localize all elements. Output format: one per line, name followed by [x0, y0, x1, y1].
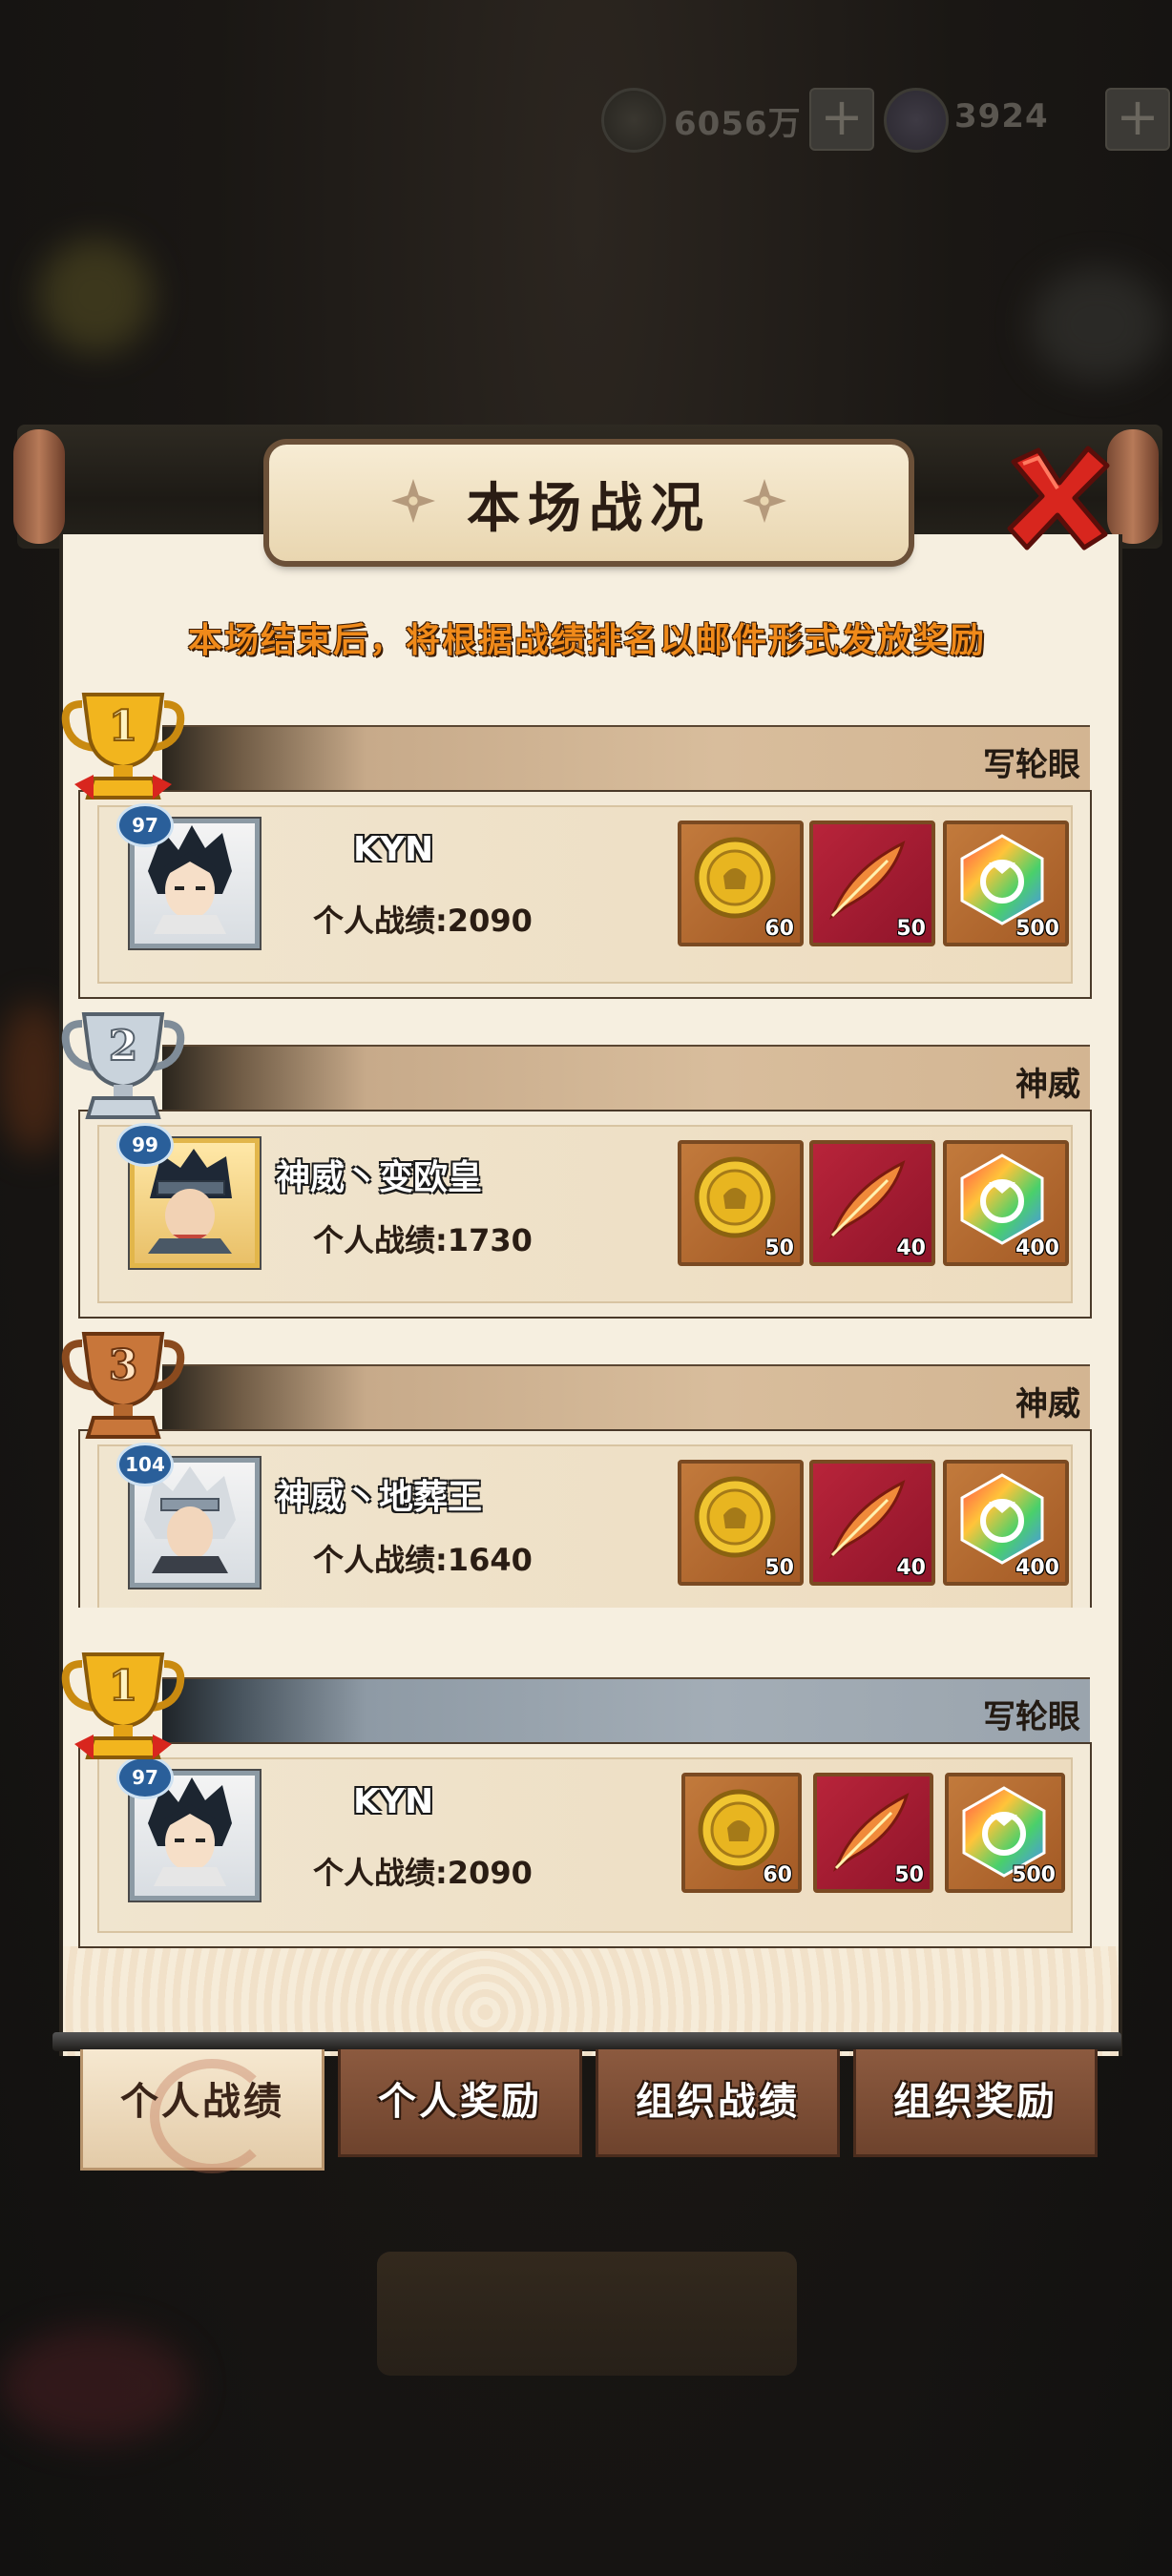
card-header: 写轮眼	[162, 1677, 1090, 1744]
reward-feather[interactable]: 40	[809, 1460, 935, 1586]
scroll-rod-cap-left	[13, 429, 65, 544]
tab-label: 个人奖励	[378, 2080, 542, 2124]
tab-personal-reward[interactable]: 个人奖励	[338, 2049, 582, 2157]
gem-icon	[960, 1473, 1044, 1565]
coin-icon	[694, 1156, 776, 1238]
card-header: 神威	[162, 1364, 1090, 1431]
add-gems-button[interactable]: +	[1105, 88, 1170, 151]
coin-amount: 6056万	[674, 105, 802, 143]
coin-icon	[601, 88, 666, 153]
silver-trophy-icon: 2	[61, 1012, 185, 1119]
organization-name: 写轮眼	[983, 746, 1080, 784]
trophy-rank-number: 2	[109, 1022, 138, 1070]
reward-count: 500	[1015, 917, 1059, 941]
background-button-dimmed	[377, 2252, 797, 2376]
tab-personal-record[interactable]: 个人战绩	[80, 2049, 324, 2173]
level-badge: 97	[116, 803, 174, 847]
reward-feather[interactable]: 40	[809, 1140, 935, 1266]
level-badge: 104	[116, 1443, 174, 1486]
reward-gem[interactable]: 400	[943, 1140, 1069, 1266]
reward-count: 40	[896, 1556, 926, 1580]
feather-icon	[828, 1160, 906, 1239]
background-blur-spot	[0, 1002, 67, 1154]
reward-count: 400	[1015, 1236, 1059, 1260]
tab-organization-record[interactable]: 组织战绩	[596, 2049, 840, 2157]
player-score: 个人战绩:1640	[313, 1542, 533, 1578]
bronze-trophy-icon: 3	[61, 1332, 185, 1439]
trophy-rank-number: 3	[109, 1341, 138, 1390]
player-score: 个人战绩:1730	[313, 1222, 533, 1258]
card-body: 97 KYN 个人战绩:2090 60 50 500	[78, 790, 1092, 999]
background-blur-spot	[0, 2328, 191, 2442]
coin-icon	[694, 1476, 776, 1558]
coin-icon	[694, 837, 776, 919]
level-badge: 99	[116, 1123, 174, 1167]
tab-label: 组织奖励	[893, 2080, 1057, 2124]
reward-coin[interactable]: 60	[681, 1773, 802, 1893]
card-body: 97 KYN 个人战绩:2090 60 50 500	[78, 1742, 1092, 1948]
player-name: KYN	[353, 1782, 434, 1821]
page-title: 本场战况	[467, 477, 711, 540]
title-plate: 本场战况	[269, 445, 909, 561]
scroll-bottom-rod	[52, 2032, 1121, 2051]
reward-count: 60	[764, 917, 794, 941]
gem-icon	[884, 88, 949, 153]
tab-organization-reward[interactable]: 组织奖励	[853, 2049, 1098, 2157]
reward-feather[interactable]: 50	[809, 821, 935, 946]
scroll-rod-cap-right	[1107, 429, 1159, 544]
rank-card: 神威 99 神威丶变欧皇 个人战绩:1730 50 40 400 2	[61, 1012, 1092, 1319]
reward-count: 400	[1015, 1556, 1059, 1580]
reward-coin[interactable]: 50	[678, 1460, 804, 1586]
organization-name: 神威	[1015, 1066, 1080, 1104]
gem-amount: 3924	[954, 97, 1049, 135]
background-blur-spot	[38, 239, 153, 353]
reward-notice: 本场结束后，将根据战绩排名以邮件形式发放奖励	[187, 621, 986, 660]
feather-icon	[828, 841, 906, 920]
player-name: 神威丶地葬王	[276, 1478, 483, 1517]
shuriken-icon	[743, 479, 786, 523]
reward-count: 40	[896, 1236, 926, 1260]
gem-icon	[960, 1153, 1044, 1245]
card-body: 99 神威丶变欧皇 个人战绩:1730 50 40 400	[78, 1110, 1092, 1319]
feather-icon	[828, 1480, 906, 1559]
reward-count: 60	[763, 1863, 792, 1887]
tab-label: 组织战绩	[636, 2080, 800, 2124]
add-coins-button[interactable]: +	[809, 88, 874, 151]
reward-count: 50	[764, 1556, 794, 1580]
player-score: 个人战绩:2090	[313, 1855, 533, 1891]
reward-count: 50	[894, 1863, 924, 1887]
gold-trophy-icon: 1	[61, 693, 185, 800]
trophy-rank-number: 1	[109, 1662, 138, 1711]
reward-count: 50	[764, 1236, 794, 1260]
reward-gem[interactable]: 500	[943, 821, 1069, 946]
player-name: KYN	[353, 830, 434, 869]
rank-card: 神威 104 神威丶地葬王 个人战绩:1640 50 40 400 3	[61, 1332, 1092, 1608]
organization-name: 写轮眼	[983, 1698, 1080, 1736]
player-name: 神威丶变欧皇	[276, 1158, 483, 1197]
gem-icon	[960, 834, 1044, 925]
reward-gem[interactable]: 400	[943, 1460, 1069, 1586]
reward-feather[interactable]: 50	[813, 1773, 933, 1893]
player-score: 个人战绩:2090	[313, 903, 533, 939]
organization-name: 神威	[1015, 1385, 1080, 1423]
gold-trophy-icon: 1	[61, 1652, 185, 1759]
card-header: 写轮眼	[162, 725, 1090, 792]
reward-gem[interactable]: 500	[945, 1773, 1065, 1893]
reward-coin[interactable]: 50	[678, 1140, 804, 1266]
card-body: 104 神威丶地葬王 个人战绩:1640 50 40 400	[78, 1429, 1092, 1608]
reward-count: 50	[896, 917, 926, 941]
close-icon[interactable]	[1000, 441, 1115, 555]
background-blur-spot	[1031, 267, 1164, 382]
card-header: 神威	[162, 1045, 1090, 1111]
my-rank-card: 写轮眼 97 KYN 个人战绩:2090 60 50 500 1	[61, 1652, 1092, 1949]
currency-bar: 6056万 + 3924 +	[592, 84, 1172, 153]
rank-card: 写轮眼 97 KYN 个人战绩:2090 60 50 500 1	[61, 693, 1092, 999]
tab-label: 个人战绩	[120, 2080, 284, 2124]
reward-count: 500	[1012, 1863, 1056, 1887]
reward-coin[interactable]: 60	[678, 821, 804, 946]
trophy-rank-number: 1	[109, 702, 138, 751]
